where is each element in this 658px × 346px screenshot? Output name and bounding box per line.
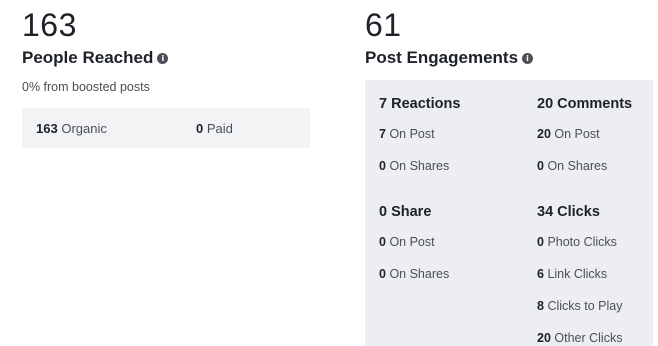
reactions-on-post: 7 On Post [379, 127, 435, 141]
reach-count: 163 [22, 7, 77, 43]
comments-on-post-label: On Post [554, 127, 600, 141]
other-clicks: 20 Other Clicks [537, 331, 622, 345]
clicks-to-play-label: Clicks to Play [547, 299, 623, 313]
reach-title: People Reached i [22, 48, 312, 68]
shares-on-post: 0 On Post [379, 235, 435, 249]
clicks-heading: 34 Clicks [537, 204, 600, 220]
clicks-to-play: 8 Clicks to Play [537, 299, 622, 313]
shares-on-shares: 0 On Shares [379, 267, 449, 281]
paid-stat: 0 Paid [196, 121, 233, 136]
other-clicks-label: Other Clicks [554, 331, 623, 345]
shares-on-shares-value: 0 [379, 267, 386, 281]
info-icon[interactable]: i [522, 52, 534, 64]
shares-on-post-label: On Post [389, 235, 435, 249]
other-clicks-value: 20 [537, 331, 551, 345]
photo-clicks: 0 Photo Clicks [537, 235, 617, 249]
organic-stat: 163 Organic [36, 121, 196, 136]
organic-value: 163 [36, 120, 58, 136]
reactions-on-shares-value: 0 [379, 159, 386, 173]
reactions-on-post-label: On Post [389, 127, 435, 141]
reach-title-text: People Reached [22, 48, 154, 67]
reach-breakdown: 163 Organic 0 Paid [22, 108, 310, 148]
boosted-subtitle: 0% from boosted posts [22, 80, 150, 94]
link-clicks-value: 6 [537, 267, 544, 281]
people-reached-panel: 163 People Reached i 0% from boosted pos… [22, 0, 312, 148]
engagements-title-text: Post Engagements [365, 48, 519, 67]
engagements-count: 61 [365, 7, 402, 43]
post-engagements-panel: 61 Post Engagements i 7 Reactions 7 On P… [365, 0, 655, 346]
reactions-on-shares-label: On Shares [389, 159, 450, 173]
paid-value: 0 [196, 120, 204, 136]
clicks-to-play-value: 8 [537, 299, 544, 313]
comments-on-post: 20 On Post [537, 127, 600, 141]
comments-on-shares-label: On Shares [547, 159, 608, 173]
shares-heading: 0 Share [379, 204, 432, 220]
photo-clicks-value: 0 [537, 235, 544, 249]
shares-on-shares-label: On Shares [389, 267, 450, 281]
comments-on-shares: 0 On Shares [537, 159, 607, 173]
organic-label: Organic [61, 120, 107, 136]
link-clicks-label: Link Clicks [547, 267, 608, 281]
engagements-title: Post Engagements i [365, 48, 655, 68]
shares-on-post-value: 0 [379, 235, 386, 249]
comments-on-shares-value: 0 [537, 159, 544, 173]
photo-clicks-label: Photo Clicks [547, 235, 617, 249]
link-clicks: 6 Link Clicks [537, 267, 607, 281]
reactions-on-shares: 0 On Shares [379, 159, 449, 173]
comments-on-post-value: 20 [537, 127, 551, 141]
comments-heading: 20 Comments [537, 96, 633, 112]
info-icon[interactable]: i [157, 52, 169, 64]
engagements-breakdown: 7 Reactions 7 On Post 0 On Shares 0 Shar… [365, 80, 653, 346]
paid-label: Paid [206, 120, 233, 136]
reactions-heading: 7 Reactions [379, 96, 461, 112]
reactions-on-post-value: 7 [379, 127, 386, 141]
